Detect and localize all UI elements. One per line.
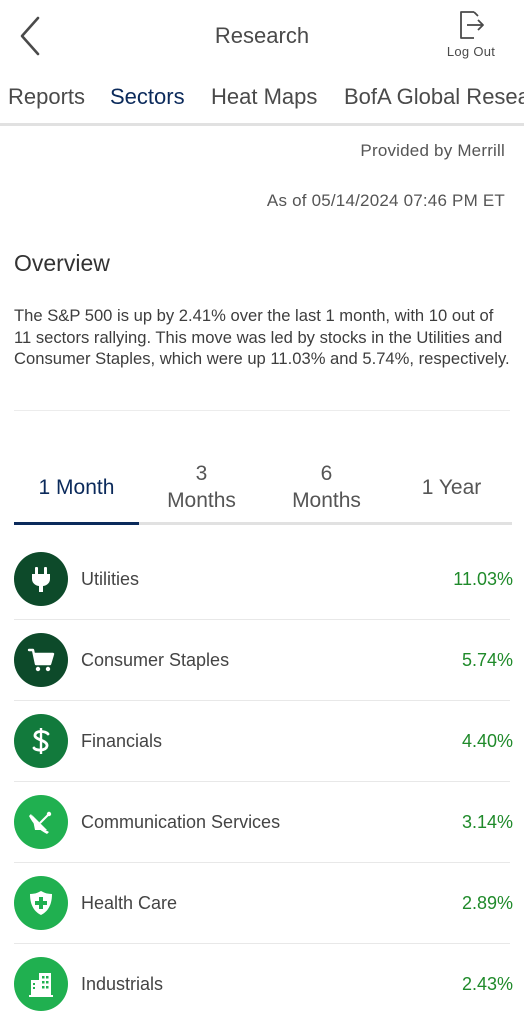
sector-change: 2.89%	[461, 893, 513, 913]
active-tab-indicator	[99, 123, 200, 126]
building-icon	[29, 973, 53, 997]
tab-bofa-global-research[interactable]: BofA Global Resea	[344, 84, 524, 110]
sector-icon-badge	[14, 552, 68, 606]
sector-icon-badge	[14, 795, 68, 849]
sector-row-health-care[interactable]: Health Care 2.89%	[0, 863, 524, 944]
shield-plus-icon	[30, 891, 52, 915]
period-tabs: 1 Month 3 Months 6 Months 1 Year	[14, 452, 512, 525]
as-of-timestamp: As of 05/14/2024 07:46 PM ET	[266, 191, 505, 210]
satellite-icon	[29, 811, 52, 834]
sector-row-utilities[interactable]: Utilities 11.03%	[0, 539, 524, 620]
logout-icon	[460, 11, 484, 39]
sector-change: 3.14%	[461, 812, 513, 832]
period-label: 1 Year	[421, 475, 482, 499]
sector-row-consumer-staples[interactable]: Consumer Staples 5.74%	[0, 620, 524, 701]
period-label: 3 Months	[167, 462, 236, 512]
sector-change: 2.43%	[461, 974, 513, 994]
period-label: 6 Months	[292, 462, 361, 512]
tab-reports[interactable]: Reports	[8, 84, 85, 110]
sector-icon-badge	[14, 876, 68, 930]
logout-button[interactable]: Log Out	[436, 10, 506, 59]
overview-heading: Overview	[14, 250, 110, 276]
sector-icon-badge	[14, 633, 68, 687]
sector-list: Utilities 11.03% Consumer Staples 5.74%	[0, 539, 524, 1024]
sector-name: Utilities	[81, 569, 140, 589]
divider	[14, 410, 510, 411]
sector-name: Health Care	[81, 893, 178, 913]
period-tab-6-months[interactable]: 6 Months	[264, 452, 389, 522]
period-label: 1 Month	[38, 475, 115, 499]
period-tab-1-year[interactable]: 1 Year	[389, 452, 514, 522]
overview-text: The S&P 500 is up by 2.41% over the last…	[14, 306, 510, 368]
top-bar: Research Log Out	[0, 0, 524, 74]
period-tab-3-months[interactable]: 3 Months	[139, 452, 264, 522]
sector-icon-badge	[14, 957, 68, 1011]
research-screen: Research Log Out Reports Sectors Heat Ma…	[0, 0, 524, 1024]
section-tabs: Reports Sectors Heat Maps BofA Global Re…	[0, 74, 524, 126]
logout-label: Log Out	[446, 44, 496, 59]
sector-icon-badge	[14, 714, 68, 768]
sector-name: Consumer Staples	[81, 650, 230, 670]
sector-change: 5.74%	[461, 650, 513, 670]
sector-row-financials[interactable]: Financials 4.40%	[0, 701, 524, 782]
cart-icon	[27, 648, 55, 672]
sector-row-industrials[interactable]: Industrials 2.43%	[0, 944, 524, 1024]
sector-name: Communication Services	[81, 812, 281, 832]
active-period-indicator	[14, 522, 139, 525]
sector-row-communication-services[interactable]: Communication Services 3.14%	[0, 782, 524, 863]
dollar-icon	[32, 728, 50, 754]
plug-icon	[32, 567, 50, 592]
tab-heat-maps[interactable]: Heat Maps	[211, 84, 317, 110]
tab-sectors[interactable]: Sectors	[110, 84, 185, 110]
period-tab-1-month[interactable]: 1 Month	[14, 452, 139, 522]
sector-name: Financials	[81, 731, 163, 751]
sector-change: 4.40%	[461, 731, 513, 751]
sector-change: 11.03%	[453, 569, 513, 589]
sector-name: Industrials	[81, 974, 164, 994]
provider-note: Provided by Merrill	[360, 141, 505, 160]
